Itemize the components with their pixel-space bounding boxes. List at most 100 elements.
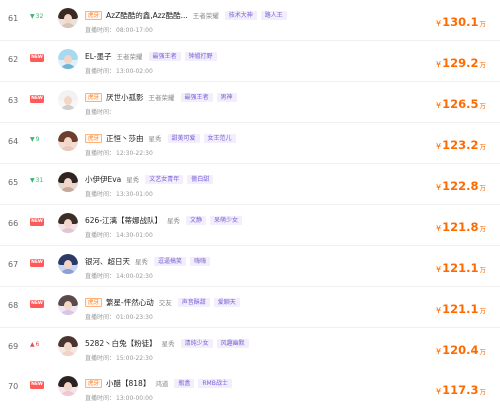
streamer-name[interactable]: 626-江漓【蒂娜战队】 [85, 215, 162, 226]
arrow-down-icon: ▼ [30, 13, 35, 20]
currency-symbol: ¥ [436, 224, 442, 233]
category: 星秀 [148, 135, 162, 143]
income-unit: 万 [479, 307, 487, 315]
avatar[interactable] [58, 213, 78, 233]
category: 星秀 [161, 340, 175, 348]
rank-number: 62 [8, 55, 19, 64]
avatar[interactable] [58, 131, 78, 151]
streamer-info: 小伊伊Eva 星秀 文艺女青年 傲白甜 [85, 173, 217, 185]
streamer-name[interactable]: AzZ酷酷的鑫,Azz酷酷... [106, 10, 188, 21]
rank-number: 66 [8, 219, 19, 228]
income-amount: 121.1 [442, 302, 479, 316]
tag: 技术大神 [224, 10, 257, 20]
table-row[interactable]: 70 NEW 虎牙 小醋【818】 鸿道 瓶盒 RMB战士 直播时间：13:00-00:00 ¥… [0, 368, 500, 408]
time-label: 直播时间： [85, 109, 116, 116]
tag: 瓶盒 [174, 378, 195, 388]
stream-time: 直播时间：08:00-17:00 [85, 25, 153, 34]
income-amount: 122.8 [442, 179, 479, 193]
streamer-info: 虎牙 厌世小孤影 王者荣耀 最强王者 男神 [85, 91, 241, 103]
stream-time: 直播时间：15:00-22:30 [85, 353, 153, 362]
rank-number: 69 [8, 342, 19, 351]
rank-change: ▲6 [30, 341, 52, 351]
table-row[interactable]: 69 ▲6 5282丶白兔【粉徒】 星秀 清纯少女 风趣幽默 直播时间：15:00-22:3… [0, 328, 500, 369]
rank-change: ▼31 [30, 177, 52, 187]
tag: 文艺女青年 [145, 174, 184, 184]
avatar[interactable] [58, 376, 78, 396]
streamer-name[interactable]: 繁星-怦然心动 [106, 297, 154, 308]
rank-number: 65 [8, 178, 19, 187]
streamer-name[interactable]: 小醋【818】 [106, 378, 150, 389]
avatar[interactable] [58, 8, 78, 28]
platform-badge: 虎牙 [85, 92, 103, 102]
tag: 甜美可爱 [167, 133, 200, 143]
time-label: 直播时间： [85, 395, 116, 402]
streamer-info: 5282丶白兔【粉徒】 星秀 清纯少女 风趣幽默 [85, 337, 253, 349]
table-row[interactable]: 65 ▼31 小伊伊Eva 星秀 文艺女青年 傲白甜 直播时间：13:30-01:00 ¥12… [0, 164, 500, 205]
time-label: 直播时间： [85, 314, 116, 321]
table-row[interactable]: 63 NEW 虎牙 厌世小孤影 王者荣耀 最强王者 男神 直播时间： ¥126.5万 [0, 82, 500, 123]
streamer-name[interactable]: 5282丶白兔【粉徒】 [85, 338, 157, 349]
currency-symbol: ¥ [436, 60, 442, 69]
currency-symbol: ¥ [436, 265, 442, 274]
table-row[interactable]: 64 ▼9 虎牙 正恒丶莎由 星秀 甜美可爱 女王范儿 直播时间：12:30-22:30 ¥12… [0, 123, 500, 164]
table-row[interactable]: 62 NEW EL-墨子 王者荣耀 最强王者 钟馗打野 直播时间：13:00-02:00 ¥1… [0, 41, 500, 82]
platform-badge: 虎牙 [85, 133, 103, 143]
time-label: 直播时间： [85, 27, 116, 34]
rank-change: ▼9 [30, 136, 52, 146]
stream-time: 直播时间：14:30-01:00 [85, 230, 153, 239]
avatar[interactable] [58, 49, 78, 69]
income-value: ¥117.3万 [436, 379, 486, 398]
income-unit: 万 [479, 102, 487, 110]
streamer-info: 虎牙 小醋【818】 鸿道 瓶盒 RMB战士 [85, 377, 236, 389]
rank-change-value: 9 [35, 136, 40, 143]
tag: 最强王者 [148, 51, 181, 61]
tag: 声音酥甜 [177, 297, 210, 307]
table-row[interactable]: 66 NEW 626-江漓【蒂娜战队】 星秀 文静 呆萌少女 直播时间：14:30-01:0… [0, 205, 500, 246]
streamer-info: 626-江漓【蒂娜战队】 星秀 文静 呆萌少女 [85, 214, 246, 226]
rank-number: 64 [8, 137, 19, 146]
income-amount: 117.3 [442, 383, 479, 397]
streamer-name[interactable]: 小伊伊Eva [85, 174, 121, 185]
tag: 傲白甜 [187, 174, 214, 184]
category: 王者荣耀 [148, 94, 175, 102]
tag: 清纯少女 [180, 338, 213, 348]
avatar[interactable] [58, 90, 78, 110]
arrow-down-icon: ▼ [30, 136, 35, 143]
rank-number: 67 [8, 260, 19, 269]
streamer-info: EL-墨子 王者荣耀 最强王者 钟馗打野 [85, 50, 221, 62]
avatar[interactable] [58, 336, 78, 356]
new-badge: NEW [30, 218, 44, 226]
income-value: ¥122.8万 [436, 175, 486, 194]
category: 交友 [158, 299, 172, 307]
table-row[interactable]: 67 NEW 银河、超日天 星秀 逗逼搞笑 嗨嗨 直播时间：14:00-02:30 ¥121.… [0, 246, 500, 287]
avatar[interactable] [58, 295, 78, 315]
stream-time: 直播时间：13:30-01:00 [85, 189, 153, 198]
rank-number: 63 [8, 96, 19, 105]
time-value: 13:00-00:00 [116, 395, 153, 402]
stream-time: 直播时间：12:30-22:30 [85, 148, 153, 157]
income-unit: 万 [479, 348, 487, 356]
new-badge: NEW [30, 300, 44, 308]
currency-symbol: ¥ [436, 19, 442, 28]
streamer-name[interactable]: 厌世小孤影 [106, 92, 144, 103]
avatar[interactable] [58, 172, 78, 192]
streamer-name[interactable]: 正恒丶莎由 [106, 133, 144, 144]
tag: 钟馗打野 [184, 51, 217, 61]
time-label: 直播时间： [85, 68, 116, 75]
income-unit: 万 [479, 20, 487, 28]
platform-badge: 虎牙 [85, 378, 103, 388]
arrow-up-icon: ▲ [30, 341, 35, 348]
income-unit: 万 [479, 388, 487, 396]
streamer-name[interactable]: 银河、超日天 [85, 256, 130, 267]
stream-time: 直播时间：14:00-02:30 [85, 271, 153, 280]
streamer-name[interactable]: EL-墨子 [85, 51, 112, 62]
avatar[interactable] [58, 254, 78, 274]
income-amount: 121.1 [442, 261, 479, 275]
tag: 女王范儿 [203, 133, 236, 143]
table-row[interactable]: 61 ▼32 虎牙 AzZ酷酷的鑫,Azz酷酷... 王者荣耀 技术大神 路人王 直播时间：0… [0, 0, 500, 41]
income-unit: 万 [479, 266, 487, 274]
table-row[interactable]: 68 NEW 虎牙 繁星-怦然心动 交友 声音酥甜 爱聊天 直播时间：01:00-23:30 ¥… [0, 287, 500, 328]
new-badge: NEW [30, 381, 44, 389]
tag: 逗逼搞笑 [154, 256, 187, 266]
stream-time: 直播时间：01:00-23:30 [85, 312, 153, 321]
